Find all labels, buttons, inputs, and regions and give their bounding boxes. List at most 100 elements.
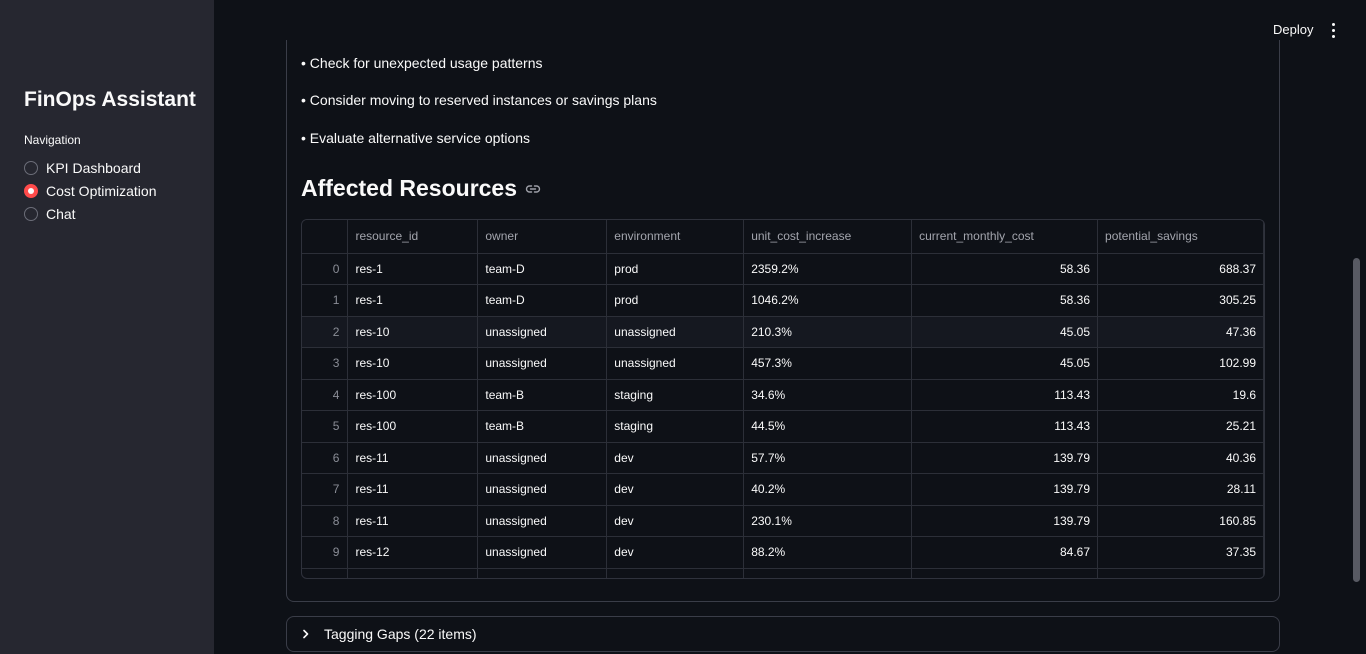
column-header-index[interactable]	[302, 220, 349, 254]
table-cell[interactable]: 139.79	[911, 442, 1099, 474]
table-cell[interactable]: res-10	[347, 316, 479, 348]
table-row[interactable]: 8 res-11 unassigned dev 230.1% 139.79 160.85	[302, 505, 1264, 537]
table-cell[interactable]: 45.05	[911, 347, 1099, 380]
table-cell[interactable]: 160.85	[1097, 505, 1264, 537]
row-index-cell[interactable]: 6	[302, 442, 349, 474]
table-row[interactable]: 3 res-10 unassigned unassigned 457.3% 45.05 10…	[302, 347, 1264, 380]
table-cell[interactable]: res-11	[347, 473, 479, 506]
nav-item-cost-optimization[interactable]: Cost Optimization	[24, 179, 156, 202]
row-index-cell[interactable]: 8	[302, 505, 349, 537]
tagging-gaps-expander[interactable]: Tagging Gaps (22 items)	[286, 616, 1280, 652]
table-cell[interactable]: 2359.2%	[743, 253, 913, 285]
table-row[interactable]: 4 res-100 team-B staging 34.6% 113.43 19.6	[302, 379, 1264, 411]
table-cell[interactable]: unassigned	[477, 536, 608, 569]
table-cell[interactable]: 102.99	[1097, 347, 1264, 380]
table-cell[interactable]: res-100	[347, 410, 479, 443]
table-cell[interactable]: 57.7%	[743, 442, 913, 474]
table-cell[interactable]: prod	[606, 284, 745, 317]
table-cell[interactable]: 84.67	[911, 536, 1099, 569]
column-header-potential-savings[interactable]: potential_savings	[1097, 220, 1264, 254]
table-cell[interactable]: 305.25	[1097, 284, 1264, 317]
table-cell[interactable]: unassigned	[477, 347, 608, 380]
table-row[interactable]: 1 res-1 team-D prod 1046.2% 58.36 305.25	[302, 284, 1264, 317]
table-cell[interactable]: 58.36	[911, 284, 1099, 317]
table-cell[interactable]: unassigned	[606, 316, 745, 348]
row-index-cell[interactable]: 3	[302, 347, 349, 380]
table-cell[interactable]: dev	[606, 473, 745, 506]
row-index-cell[interactable]: 9	[302, 536, 349, 569]
table-cell[interactable]: 139.79	[911, 473, 1099, 506]
column-header-current-monthly-cost[interactable]: current_monthly_cost	[911, 220, 1099, 254]
radio-unchecked-icon[interactable]	[24, 160, 38, 175]
table-cell[interactable]: 28.11	[1097, 473, 1264, 506]
table-cell[interactable]: 40.2%	[743, 473, 913, 506]
table-cell[interactable]: 113.43	[911, 379, 1099, 411]
table-cell[interactable]: team-B	[477, 379, 608, 411]
table-cell[interactable]: 19.6	[1097, 379, 1264, 411]
table-cell[interactable]: 688.37	[1097, 253, 1264, 285]
table-cell[interactable]: 34.6%	[743, 379, 913, 411]
table-cell[interactable]: res-11	[347, 442, 479, 474]
table-cell[interactable]: unassigned	[477, 316, 608, 348]
table-cell[interactable]: res-11	[347, 505, 479, 537]
vertical-dots-icon[interactable]	[1325, 20, 1341, 40]
table-cell[interactable]: team-B	[477, 410, 608, 443]
table-cell[interactable]: staging	[606, 379, 745, 411]
table-cell[interactable]: 230.1%	[743, 505, 913, 537]
table-row[interactable]: 0 res-1 team-D prod 2359.2% 58.36 688.37	[302, 253, 1264, 285]
row-index-cell[interactable]: 2	[302, 316, 349, 348]
column-header-owner[interactable]: owner	[477, 220, 608, 254]
table-cell[interactable]: res-100	[347, 379, 479, 411]
row-index-cell[interactable]: 5	[302, 410, 349, 443]
link-icon[interactable]	[525, 184, 541, 194]
table-cell[interactable]: unassigned	[477, 505, 608, 537]
sidebar: FinOps Assistant Navigation KPI Dashboar…	[0, 0, 214, 654]
table-row[interactable]: 6 res-11 unassigned dev 57.7% 139.79 40.36	[302, 442, 1264, 474]
table-cell[interactable]: team-D	[477, 253, 608, 285]
table-cell[interactable]: res-1	[347, 284, 479, 317]
scrollbar-thumb[interactable]	[1353, 258, 1360, 582]
column-header-resource-id[interactable]: resource_id	[347, 220, 479, 254]
radio-checked-icon[interactable]	[24, 183, 38, 198]
table-row[interactable]: 7 res-11 unassigned dev 40.2% 139.79 28.11	[302, 473, 1264, 506]
row-index-cell[interactable]: 4	[302, 379, 349, 411]
table-cell[interactable]: team-D	[477, 284, 608, 317]
table-cell[interactable]: 40.36	[1097, 442, 1264, 474]
radio-unchecked-icon[interactable]	[24, 206, 38, 221]
nav-item-chat[interactable]: Chat	[24, 202, 156, 225]
column-header-unit-cost-increase[interactable]: unit_cost_increase	[743, 220, 913, 254]
table-cell[interactable]: 139.79	[911, 505, 1099, 537]
table-cell[interactable]: 1046.2%	[743, 284, 913, 317]
table-cell[interactable]: res-1	[347, 253, 479, 285]
table-cell[interactable]: 47.36	[1097, 316, 1264, 348]
table-cell[interactable]: unassigned	[477, 442, 608, 474]
table-row[interactable]: 5 res-100 team-B staging 44.5% 113.43 25.21	[302, 410, 1264, 443]
table-cell[interactable]: 45.05	[911, 316, 1099, 348]
table-cell[interactable]: 210.3%	[743, 316, 913, 348]
table-cell[interactable]: 457.3%	[743, 347, 913, 380]
table-cell[interactable]: 88.2%	[743, 536, 913, 569]
row-index-cell[interactable]: 7	[302, 473, 349, 506]
column-header-environment[interactable]: environment	[606, 220, 745, 254]
deploy-button[interactable]: Deploy	[1264, 20, 1322, 40]
table-cell[interactable]: dev	[606, 536, 745, 569]
table-cell[interactable]: 25.21	[1097, 410, 1264, 443]
table-cell[interactable]: 37.35	[1097, 536, 1264, 569]
table-cell[interactable]: 44.5%	[743, 410, 913, 443]
table-cell[interactable]: 58.36	[911, 253, 1099, 285]
table-cell[interactable]: unassigned	[477, 473, 608, 506]
table-cell[interactable]: res-12	[347, 536, 479, 569]
affected-resources-table[interactable]: resource_id owner environment unit_cost_…	[301, 219, 1265, 579]
table-row[interactable]: 9 res-12 unassigned dev 88.2% 84.67 37.35	[302, 536, 1264, 569]
table-cell[interactable]: res-10	[347, 347, 479, 380]
table-row[interactable]: 2 res-10 unassigned unassigned 210.3% 45.05 47…	[302, 316, 1264, 348]
table-cell[interactable]: 113.43	[911, 410, 1099, 443]
nav-item-kpi-dashboard[interactable]: KPI Dashboard	[24, 156, 156, 179]
table-cell[interactable]: unassigned	[606, 347, 745, 380]
table-cell[interactable]: staging	[606, 410, 745, 443]
row-index-cell[interactable]: 0	[302, 253, 349, 285]
row-index-cell[interactable]: 1	[302, 284, 349, 317]
table-cell[interactable]: prod	[606, 253, 745, 285]
table-cell[interactable]: dev	[606, 442, 745, 474]
table-cell[interactable]: dev	[606, 505, 745, 537]
